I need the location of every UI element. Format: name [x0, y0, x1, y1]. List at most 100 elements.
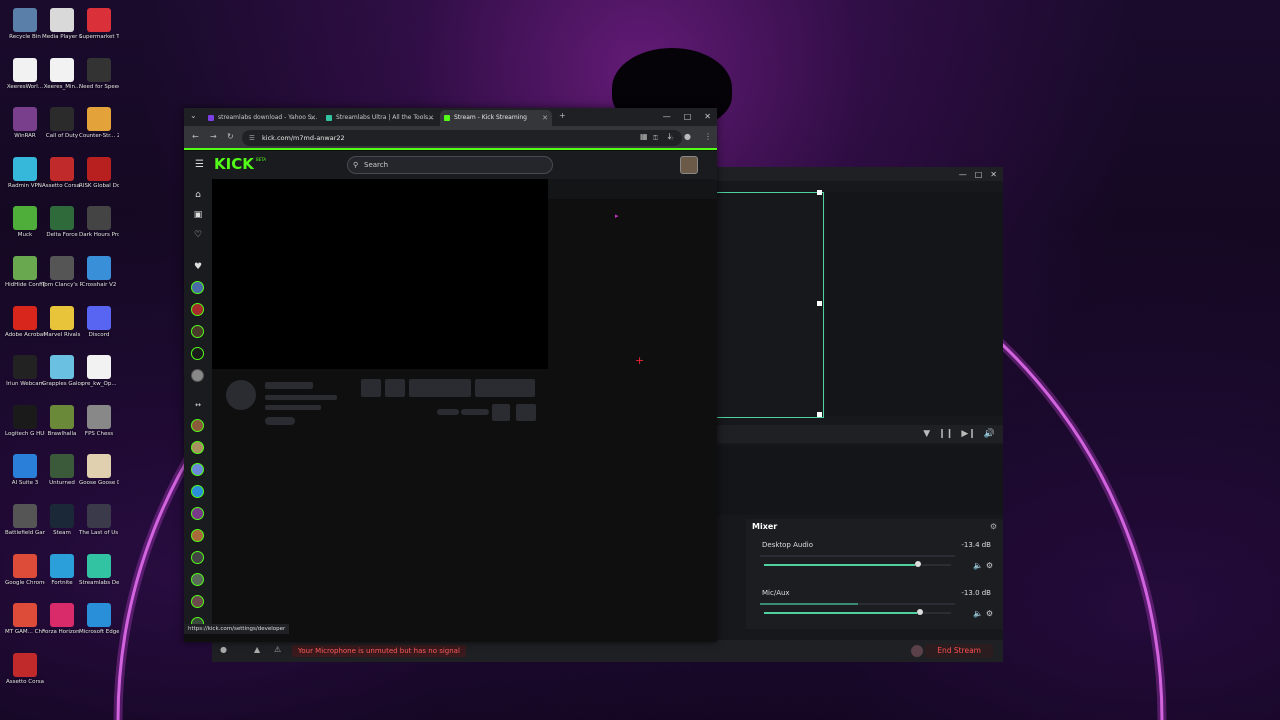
desktop-icon[interactable]: RISK Global Domination	[79, 156, 119, 203]
desktop-icon[interactable]: MT GAM... Chrome	[5, 603, 45, 649]
kick-logo[interactable]: KICK	[214, 155, 254, 173]
key-icon[interactable]: ⚿	[653, 130, 658, 146]
profile-icon[interactable]: ●	[684, 132, 691, 141]
volume-slider[interactable]	[764, 561, 951, 567]
desktop-icon[interactable]: The Last of Us - Part I...	[79, 504, 119, 550]
user-icon[interactable]: ●	[220, 645, 227, 654]
desktop-icon[interactable]: Need for Speed - Mo...	[79, 57, 119, 104]
desktop-icon[interactable]: Grapples Galore	[42, 355, 82, 401]
channel-avatar[interactable]	[191, 551, 204, 564]
channel-avatar[interactable]	[191, 347, 204, 360]
desktop-icon[interactable]: Crosshair V2	[79, 256, 119, 302]
desktop-icon[interactable]: Google Chrome	[5, 553, 45, 600]
desktop-icon[interactable]: Battlefield Games...	[5, 504, 45, 550]
desktop-icon[interactable]: pre_kw_Op...	[79, 355, 119, 401]
channel-avatar[interactable]	[191, 369, 204, 382]
desktop-icon[interactable]: Assetto Corsa Com...	[42, 156, 82, 203]
desktop-icon[interactable]: Xeeres_Min...	[42, 57, 82, 104]
filter-icon[interactable]: ▼	[923, 429, 930, 439]
desktop-icon[interactable]: HidHide Configurat...	[5, 256, 45, 302]
resize-handle[interactable]	[817, 412, 822, 417]
desktop-icon[interactable]: Tom Clancy's Rainbow Si...	[42, 256, 82, 302]
pause-icon[interactable]: ❙❙	[938, 429, 953, 439]
speaker-icon[interactable]: 🔈 ⚙	[973, 609, 993, 618]
desktop-icon[interactable]: Marvel Rivals	[42, 305, 82, 352]
desktop-icon[interactable]: WinRAR	[5, 107, 45, 153]
close-icon[interactable]: ✕	[310, 110, 316, 126]
desktop-icon[interactable]: Muck	[5, 206, 45, 252]
video-player[interactable]	[212, 179, 548, 369]
channel-avatar[interactable]	[191, 441, 204, 454]
channel-avatar[interactable]	[191, 303, 204, 316]
stream-preview[interactable]	[716, 190, 824, 418]
close-icon[interactable]: ✕	[704, 110, 711, 124]
desktop-icon[interactable]: Brawlhalla	[42, 404, 82, 451]
address-bar[interactable]: ☰ kick.com/m7md-anwar22 ⚿ ☆	[242, 130, 682, 146]
channel-avatar[interactable]	[191, 507, 204, 520]
gear-icon[interactable]: ⚙	[990, 522, 997, 531]
maximize-icon[interactable]: □	[684, 110, 692, 124]
desktop-icon[interactable]: Dark Hours Prologue	[79, 206, 119, 252]
skip-icon[interactable]: ▶❙	[961, 429, 975, 439]
desktop-icon[interactable]: AI Suite 3	[5, 454, 45, 500]
minimize-icon[interactable]: —	[663, 110, 671, 124]
tab-streamlabs[interactable]: Streamlabs Ultra | All the Tools... ✕	[322, 110, 438, 126]
desktop-icon[interactable]: XeeresWorl...	[5, 57, 45, 104]
reload-icon[interactable]: ↻	[227, 132, 234, 141]
channel-avatar[interactable]	[191, 595, 204, 608]
desktop-icon[interactable]: Fortnite	[42, 553, 82, 600]
download-icon[interactable]: ↓	[666, 132, 673, 141]
desktop-icon[interactable]: Streamlabs Desktop	[79, 553, 119, 600]
desktop-icon[interactable]: Recycle Bin	[5, 8, 45, 54]
tab-kick[interactable]: Stream - Kick Streaming ✕	[440, 110, 552, 126]
channel-avatar[interactable]	[191, 529, 204, 542]
back-icon[interactable]: ←	[192, 132, 199, 141]
channel-avatar[interactable]	[191, 325, 204, 338]
search-input[interactable]: ⚲ Search	[347, 156, 553, 174]
resize-handle[interactable]	[817, 301, 822, 306]
desktop-icon[interactable]: Iriun Webcam	[5, 355, 45, 401]
tab-search-icon[interactable]: ⌄	[190, 111, 197, 120]
volume-knob[interactable]	[917, 609, 924, 615]
extensions-icon[interactable]: ▦	[640, 132, 648, 141]
tab-yahoo[interactable]: streamlabs download - Yahoo S... ✕	[204, 110, 320, 126]
desktop-icon[interactable]: Counter-Str... 2	[79, 107, 119, 153]
desktop-icon[interactable]: Adobe Acrobat	[5, 305, 45, 352]
minimize-icon[interactable]: —	[959, 170, 967, 179]
close-icon[interactable]: ✕	[428, 110, 434, 126]
channel-avatar[interactable]	[191, 485, 204, 498]
desktop-icon[interactable]: Call of Duty	[42, 107, 82, 153]
hamburger-menu-icon[interactable]: ☰	[195, 159, 204, 170]
following-icon[interactable]: ♡	[192, 229, 204, 241]
resize-handle[interactable]	[817, 190, 822, 195]
desktop-icon[interactable]: Forza Horizon 5	[42, 603, 82, 649]
new-tab-icon[interactable]: +	[559, 111, 566, 120]
desktop-icon[interactable]: Discord	[79, 305, 119, 352]
end-stream-button[interactable]: End Stream	[925, 644, 993, 658]
close-icon[interactable]: ✕	[542, 110, 548, 126]
desktop-icon[interactable]: Microsoft Edge	[79, 603, 119, 649]
maximize-icon[interactable]: □	[975, 170, 983, 179]
expand-icon[interactable]: ↔	[192, 399, 204, 411]
channel-avatar[interactable]	[191, 419, 204, 432]
desktop-icon[interactable]: Radmin VPN	[5, 156, 45, 203]
desktop-icon[interactable]: Media Player Classic	[42, 8, 82, 54]
heart-icon[interactable]: ♥	[192, 261, 204, 273]
user-avatar[interactable]	[680, 156, 698, 174]
speaker-icon[interactable]: 🔈 ⚙	[973, 561, 993, 570]
desktop-icon[interactable]: Assetto Corsa	[5, 652, 45, 699]
desktop-icon[interactable]: Unturned	[42, 454, 82, 500]
desktop-icon[interactable]: Logitech G HUB	[5, 404, 45, 451]
browse-icon[interactable]: ▣	[192, 209, 204, 221]
volume-knob[interactable]	[915, 561, 922, 567]
channel-avatar[interactable]	[191, 463, 204, 476]
desktop-icon[interactable]: Goose Goose Duck	[79, 454, 119, 500]
menu-icon[interactable]: ⋮	[704, 132, 712, 141]
site-info-icon[interactable]: ☰	[249, 130, 255, 146]
close-icon[interactable]: ✕	[990, 170, 997, 179]
desktop-icon[interactable]: Steam	[42, 504, 82, 550]
stats-icon[interactable]: ▲	[254, 645, 260, 654]
forward-icon[interactable]: →	[210, 132, 217, 141]
channel-avatar[interactable]	[191, 573, 204, 586]
volume-slider[interactable]	[764, 609, 951, 615]
